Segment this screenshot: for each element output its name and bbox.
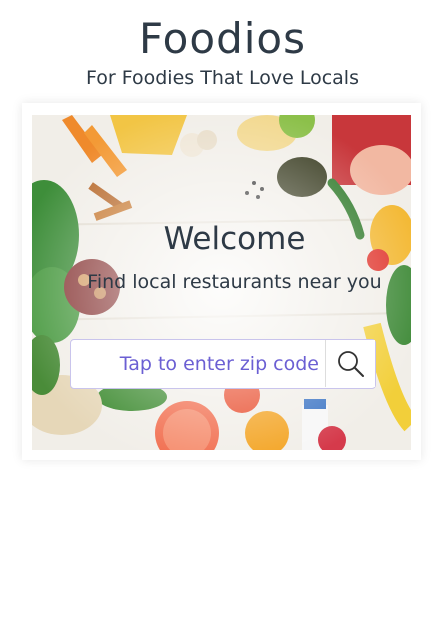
produce-background-image: Welcome Find local restaurants near you bbox=[32, 115, 411, 450]
hero-card: Welcome Find local restaurants near you bbox=[22, 103, 421, 460]
app-title: Foodios bbox=[139, 14, 306, 63]
zip-search-bar bbox=[70, 339, 376, 389]
search-icon bbox=[338, 351, 364, 377]
app-tagline: For Foodies That Love Locals bbox=[86, 67, 359, 89]
hero-subtitle: Find local restaurants near you bbox=[87, 271, 382, 293]
welcome-heading: Welcome bbox=[163, 221, 306, 257]
page: Foodios For Foodies That Love Locals Wel… bbox=[0, 0, 445, 620]
search-button[interactable] bbox=[325, 340, 375, 387]
zip-code-input[interactable] bbox=[75, 344, 325, 384]
